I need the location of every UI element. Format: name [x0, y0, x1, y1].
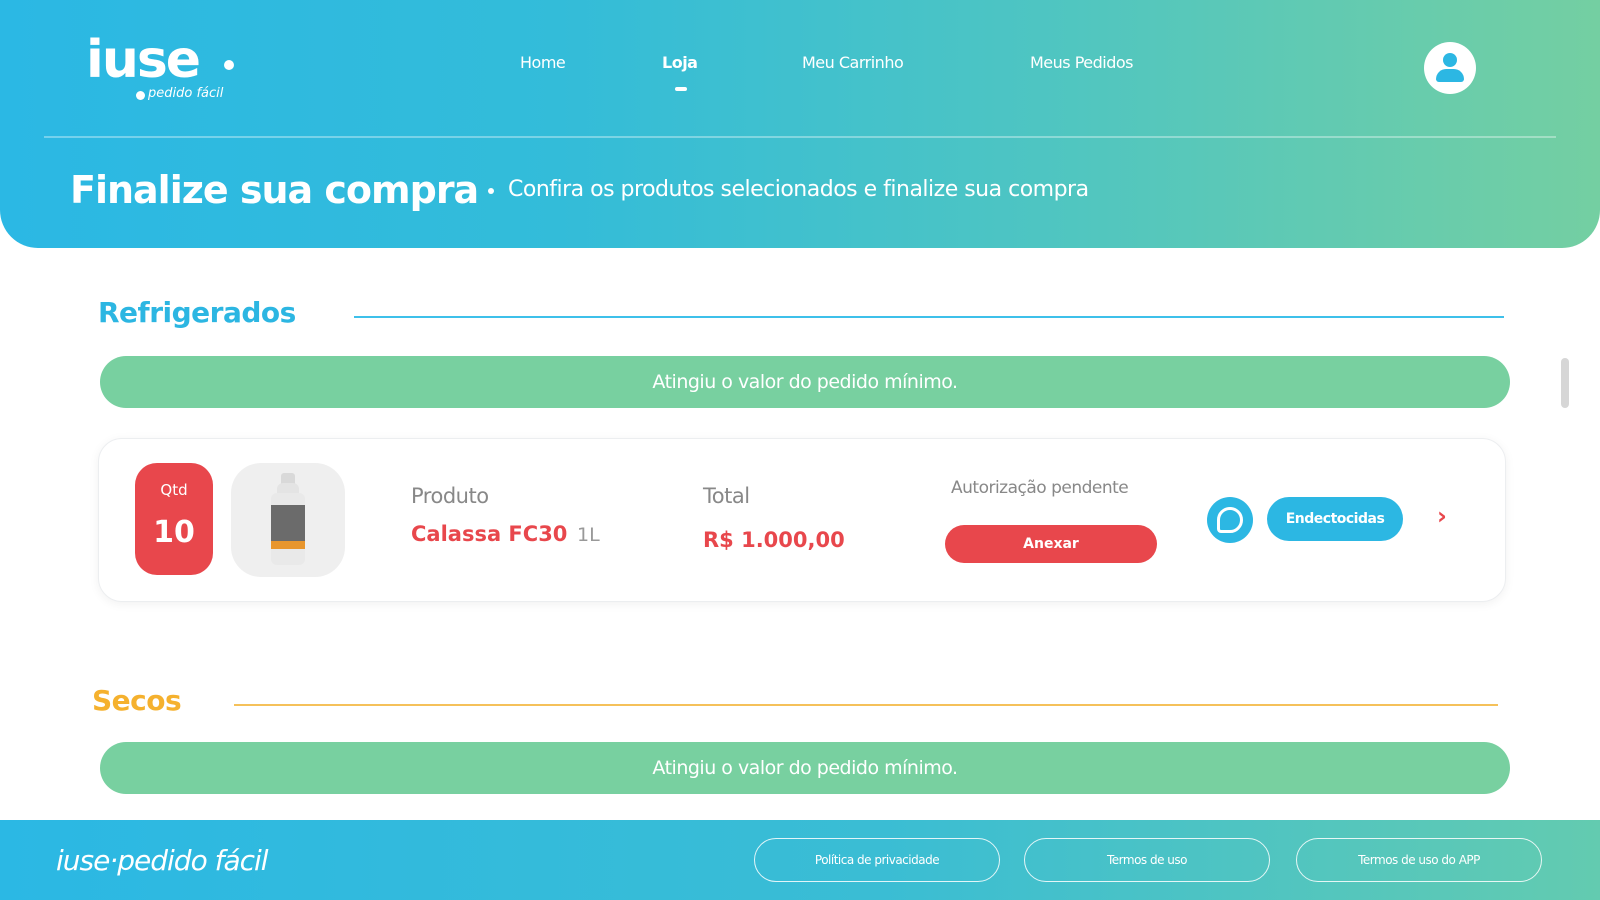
header-divider [44, 136, 1556, 138]
product-label: Produto [411, 484, 489, 508]
page-title: Finalize sua compra [70, 168, 479, 212]
main-nav: Home Loja Meu Carrinho Meus Pedidos [0, 52, 1600, 92]
nav-active-indicator [675, 87, 687, 91]
chat-icon [1217, 507, 1243, 533]
privacy-policy-link[interactable]: Política de privacidade [754, 838, 1000, 882]
quantity-label: Qtd [160, 481, 188, 499]
section-title-refrigerados: Refrigerados [98, 296, 296, 329]
user-avatar-button[interactable] [1424, 42, 1476, 94]
nav-meus-pedidos[interactable]: Meus Pedidos [1030, 52, 1134, 74]
quantity-badge[interactable]: Qtd 10 [135, 463, 213, 575]
title-bullet [488, 188, 494, 194]
product-name: Calassa FC30 [411, 522, 568, 546]
total-label: Total [703, 484, 750, 508]
logo-sub-dot [136, 91, 145, 100]
chevron-right-icon[interactable]: › [1437, 501, 1447, 531]
app-terms-of-use-link[interactable]: Termos de uso do APP [1296, 838, 1542, 882]
nav-loja[interactable]: Loja [662, 52, 698, 74]
footer: iuse·pedido fácil Política de privacidad… [0, 820, 1600, 900]
page-subtitle: Confira os produtos selecionados e final… [508, 177, 1089, 202]
authorization-status: Autorização pendente [951, 478, 1129, 498]
nav-home[interactable]: Home [520, 52, 566, 74]
total-value: R$ 1.000,00 [703, 528, 845, 552]
chat-button[interactable] [1207, 497, 1253, 543]
section-title-secos: Secos [92, 684, 182, 717]
product-size: 1L [577, 524, 600, 546]
nav-meu-carrinho[interactable]: Meu Carrinho [802, 52, 904, 74]
min-order-status-banner-secos: Atingiu o valor do pedido mínimo. [100, 742, 1510, 794]
cart-item-card: Qtd 10 Produto Calassa FC30 1L Total R$ … [98, 438, 1506, 602]
attach-button[interactable]: Anexar [945, 525, 1157, 563]
section-divider-refrigerados [354, 316, 1504, 318]
section-divider-secos [234, 704, 1498, 706]
product-bottle-image [231, 463, 345, 577]
min-order-status-banner: Atingiu o valor do pedido mínimo. [100, 356, 1510, 408]
quantity-value: 10 [153, 515, 195, 550]
footer-logo: iuse·pedido fácil [56, 844, 269, 877]
header: iuse pedido fácil Home Loja Meu Carrinho… [0, 0, 1600, 248]
category-tag-button[interactable]: Endectocidas [1267, 497, 1403, 541]
scrollbar-thumb[interactable] [1561, 358, 1569, 408]
terms-of-use-link[interactable]: Termos de uso [1024, 838, 1270, 882]
